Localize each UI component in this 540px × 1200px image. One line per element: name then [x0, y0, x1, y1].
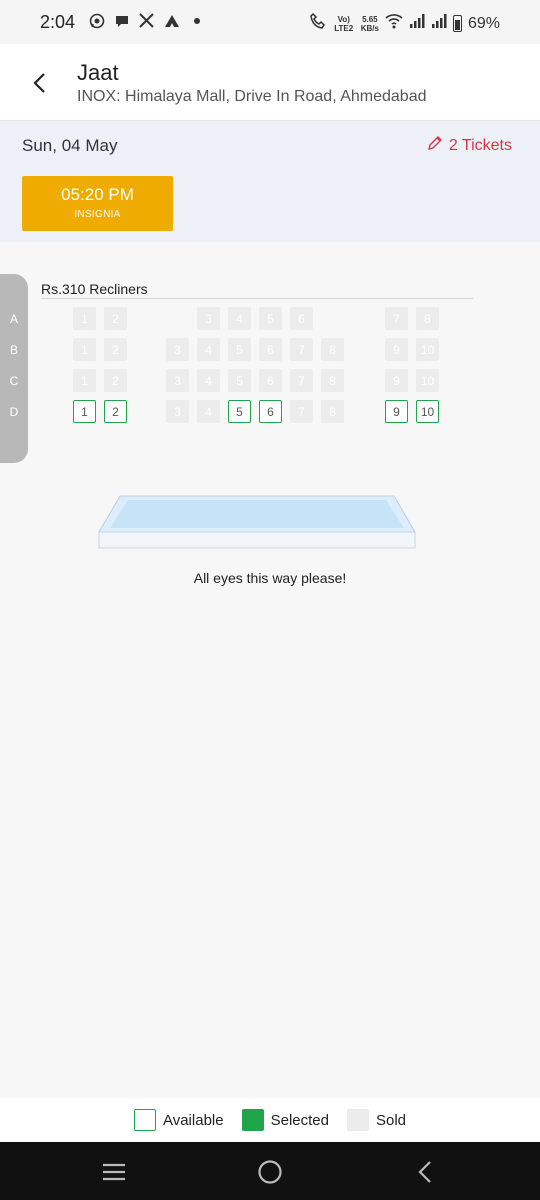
- seat-b6: 6: [259, 338, 282, 361]
- seat-b7: 7: [290, 338, 313, 361]
- showtime-time: 05:20 PM: [61, 185, 134, 204]
- seat-a3: 3: [197, 307, 220, 330]
- home-icon[interactable]: [257, 1159, 283, 1185]
- tickets-label: 2 Tickets: [448, 136, 512, 154]
- call-icon: [309, 12, 327, 35]
- price-category: Rs.310 Recliners: [41, 281, 148, 297]
- seat-d6[interactable]: 6: [259, 400, 282, 423]
- seat-d10[interactable]: 10: [416, 400, 439, 423]
- seat-a4: 4: [228, 307, 251, 330]
- signal-icon: [431, 13, 447, 34]
- seat-b3: 3: [166, 338, 189, 361]
- selected-swatch: [241, 1109, 264, 1131]
- tickets-button[interactable]: 2 Tickets: [427, 135, 512, 156]
- app-icon: [163, 12, 180, 29]
- pencil-icon: [427, 135, 443, 156]
- dot-icon: [188, 12, 205, 29]
- legend-selected: Selected: [241, 1109, 329, 1131]
- seat-b8: 8: [321, 338, 344, 361]
- seat-d7: 7: [290, 400, 313, 423]
- seat-d2[interactable]: 2: [104, 400, 127, 423]
- seat-b9: 9: [385, 338, 408, 361]
- legend-selected-label: Selected: [270, 1111, 329, 1129]
- app-header: Jaat INOX: Himalaya Mall, Drive In Road,…: [0, 44, 540, 121]
- speed-value: 5.65: [362, 14, 378, 24]
- seat-c1: 1: [73, 369, 96, 392]
- status-time: 2:04: [40, 12, 76, 32]
- battery-percent: 69%: [467, 14, 500, 32]
- category-divider: [41, 298, 473, 299]
- showtime-chip[interactable]: 05:20 PM INSIGNIA: [22, 176, 173, 231]
- screen-caption: All eyes this way please!: [193, 570, 347, 586]
- x-icon: [138, 12, 155, 29]
- speed-unit: KB/s: [360, 23, 379, 33]
- recents-icon[interactable]: [101, 1159, 127, 1185]
- seat-d5[interactable]: 5: [228, 400, 251, 423]
- seat-a1: 1: [73, 307, 96, 330]
- battery-icon: [452, 15, 462, 32]
- seat-c7: 7: [290, 369, 313, 392]
- available-swatch: [133, 1109, 156, 1131]
- seat-legend: Available Selected Sold: [0, 1098, 540, 1142]
- seat-b10: 10: [416, 338, 439, 361]
- seat-a6: 6: [290, 307, 313, 330]
- notification-icons: [88, 12, 205, 29]
- row-letters-bar: A B C D: [0, 274, 28, 463]
- legend-sold: Sold: [346, 1109, 406, 1131]
- seat-d4: 4: [197, 400, 220, 423]
- status-right: Vo) LTE2 5.65 KB/s 69%: [309, 12, 500, 35]
- network-speed: 5.65 KB/s: [361, 15, 379, 33]
- seat-c2: 2: [104, 369, 127, 392]
- legend-available: Available: [133, 1109, 224, 1131]
- wifi-icon: [385, 13, 403, 34]
- seat-a2: 2: [104, 307, 127, 330]
- seat-c6: 6: [259, 369, 282, 392]
- cinema-name: INOX: Himalaya Mall, Drive In Road, Ahme…: [77, 88, 427, 105]
- signal-icon: [409, 13, 425, 34]
- seat-a7: 7: [385, 307, 408, 330]
- seat-c3: 3: [166, 369, 189, 392]
- show-info: Sun, 04 May 2 Tickets 05:20 PM INSIGNIA: [0, 121, 540, 242]
- seat-c10: 10: [416, 369, 439, 392]
- whatsapp-icon: [88, 12, 105, 29]
- back-icon[interactable]: [413, 1159, 439, 1185]
- seat-d3: 3: [166, 400, 189, 423]
- movie-title: Jaat: [77, 60, 119, 85]
- row-label-d: D: [9, 405, 19, 419]
- showtime-format: INSIGNIA: [74, 209, 121, 220]
- row-label-c: C: [9, 374, 19, 388]
- sold-swatch: [346, 1109, 369, 1131]
- seat-c8: 8: [321, 369, 344, 392]
- legend-sold-label: Sold: [375, 1111, 406, 1129]
- show-date: Sun, 04 May: [22, 136, 118, 155]
- seat-d8: 8: [321, 400, 344, 423]
- seat-d1[interactable]: 1: [73, 400, 96, 423]
- seat-b1: 1: [73, 338, 96, 361]
- status-bar: 2:04 Vo) LTE2 5.65 KB/s 69%: [0, 0, 540, 44]
- seat-d9[interactable]: 9: [385, 400, 408, 423]
- seat-a8: 8: [416, 307, 439, 330]
- system-nav-bar: [0, 1142, 540, 1200]
- seat-a5: 5: [259, 307, 282, 330]
- seat-b4: 4: [197, 338, 220, 361]
- row-label-b: B: [9, 343, 18, 357]
- seat-b5: 5: [228, 338, 251, 361]
- seat-c5: 5: [228, 369, 251, 392]
- back-arrow-icon[interactable]: [28, 68, 52, 98]
- row-label-a: A: [9, 312, 18, 326]
- screen-graphic: [98, 495, 416, 549]
- lte-label: Vo) LTE2: [334, 14, 354, 33]
- seat-b2: 2: [104, 338, 127, 361]
- seat-c9: 9: [385, 369, 408, 392]
- legend-available-label: Available: [162, 1111, 224, 1129]
- seat-c4: 4: [197, 369, 220, 392]
- chat-icon: [113, 12, 130, 29]
